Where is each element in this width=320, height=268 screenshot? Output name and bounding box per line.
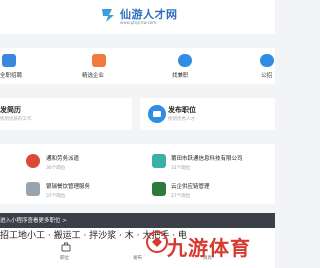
clock-icon xyxy=(178,54,192,67)
company-logo-icon xyxy=(152,182,166,196)
nav-label: 精选企业 xyxy=(82,73,105,79)
company-name: 银瑞餐饮管理服务 xyxy=(46,184,91,190)
logo-url: www.ptsyrnw.com xyxy=(120,20,157,25)
nav-label: 公招 xyxy=(261,73,273,79)
company-item[interactable]: 云企供应链管理 27个岗位 xyxy=(152,180,275,204)
company-logo-icon xyxy=(152,154,166,168)
nav-label: 找兼职 xyxy=(172,73,189,79)
resume-card-title: 发简历 xyxy=(0,106,21,114)
nav-item-companies[interactable]: 精选企业 xyxy=(82,54,122,82)
watermark-text: 九游体育 xyxy=(167,236,251,260)
tab-label: 职位 xyxy=(60,256,69,261)
briefcase-icon xyxy=(61,242,71,252)
company-item[interactable]: 银瑞餐饮管理服务 37个岗位 xyxy=(26,180,126,204)
post-job-card-subtitle: 找到优秀人才 xyxy=(168,117,195,122)
post-job-card-title: 发布职位 xyxy=(168,106,196,114)
briefcase-icon xyxy=(2,54,16,67)
company-name: 云企供应链管理 xyxy=(171,184,210,190)
company-job-count: 37个岗位 xyxy=(46,194,66,199)
category-nav: 全职招聘 精选企业 找兼职 公招 xyxy=(0,48,275,84)
company-logo-icon xyxy=(26,154,40,168)
app-header: 仙游人才网 www.ptsyrnw.com xyxy=(0,0,275,34)
watermark-logo-icon xyxy=(146,231,168,253)
site-logo[interactable]: 仙游人才网 www.ptsyrnw.com xyxy=(100,5,180,31)
post-job-card[interactable]: 发布职位 找到优秀人才 xyxy=(140,98,275,130)
building-icon xyxy=(92,54,106,67)
resume-card-subtitle: 找到优质的工作 xyxy=(0,117,32,122)
watermark-overlay: 九游体育 xyxy=(145,226,275,268)
nav-label: 全职招聘 xyxy=(0,73,23,79)
logo-mark-icon xyxy=(102,9,114,22)
miniprogram-banner-text: 进入小程序查看更多职位 > xyxy=(0,218,67,224)
company-name: 通和劳务派遣 xyxy=(46,156,80,162)
post-job-icon xyxy=(148,105,166,123)
company-item[interactable]: 莆田市跃通信息科技有限公司 31个岗位 xyxy=(152,152,275,176)
company-job-count: 36个岗位 xyxy=(46,166,66,171)
company-name: 莆田市跃通信息科技有限公司 xyxy=(171,156,243,162)
tab-label: 发布 xyxy=(133,256,142,261)
nav-item-public[interactable]: 公招 xyxy=(255,54,275,82)
featured-companies: 通和劳务派遣 36个岗位 莆田市跃通信息科技有限公司 31个岗位 银瑞餐饮管理服… xyxy=(0,144,275,204)
tab-jobs[interactable]: 职位 xyxy=(55,242,79,266)
resume-card[interactable]: 发简历 找到优质的工作 xyxy=(0,98,132,130)
company-job-count: 27个岗位 xyxy=(171,194,191,199)
nav-item-fulltime[interactable]: 全职招聘 xyxy=(0,54,40,82)
company-logo-icon xyxy=(26,182,40,196)
company-item[interactable]: 通和劳务派遣 36个岗位 xyxy=(26,152,126,176)
nav-item-parttime[interactable]: 找兼职 xyxy=(172,54,212,82)
user-icon xyxy=(260,54,274,67)
company-job-count: 31个岗位 xyxy=(171,166,191,171)
